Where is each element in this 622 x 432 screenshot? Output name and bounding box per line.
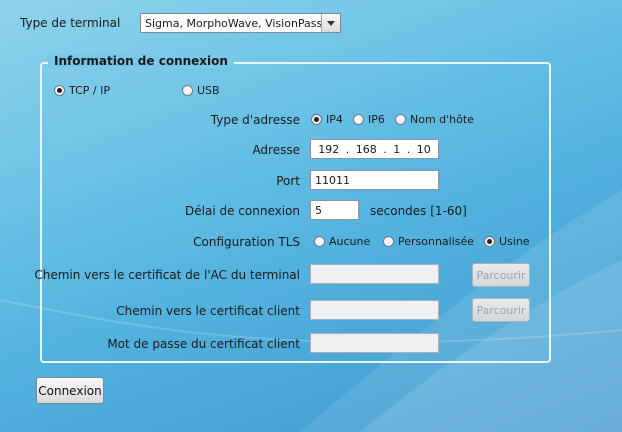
client-cert-input[interactable] bbox=[310, 300, 439, 320]
client-password-input[interactable] bbox=[310, 333, 439, 353]
radio-dot-icon bbox=[395, 114, 406, 125]
radio-dot-icon bbox=[54, 85, 65, 96]
port-value: 11011 bbox=[315, 173, 350, 187]
radio-tls-custom-label: Personnalisée bbox=[398, 235, 475, 248]
radio-hostname[interactable]: Nom d'hôte bbox=[395, 113, 474, 126]
radio-ip6-label: IP6 bbox=[368, 113, 385, 126]
port-label: Port bbox=[276, 174, 300, 188]
client-password-label: Mot de passe du certificat client bbox=[107, 337, 300, 351]
terminal-type-label: Type de terminal bbox=[20, 16, 121, 30]
radio-tls-none[interactable]: Aucune bbox=[314, 235, 370, 248]
radio-tcpip-label: TCP / IP bbox=[69, 84, 110, 97]
radio-usb-label: USB bbox=[197, 84, 220, 97]
address-label: Adresse bbox=[252, 143, 300, 157]
radio-ip4[interactable]: IP4 bbox=[311, 113, 343, 126]
connection-group-title: Information de connexion bbox=[48, 54, 234, 68]
radio-tls-factory-label: Usine bbox=[499, 235, 530, 248]
ca-cert-input[interactable] bbox=[310, 264, 439, 284]
radio-tls-none-label: Aucune bbox=[329, 235, 371, 248]
radio-ip6[interactable]: IP6 bbox=[353, 113, 385, 126]
radio-dot-icon bbox=[311, 114, 322, 125]
tls-label: Configuration TLS bbox=[193, 235, 300, 249]
client-cert-label: Chemin vers le certificat client bbox=[116, 304, 300, 318]
dropdown-button[interactable] bbox=[321, 14, 340, 32]
timeout-input[interactable]: 5 bbox=[310, 200, 359, 220]
timeout-suffix: secondes [1-60] bbox=[370, 204, 467, 218]
radio-ip4-label: IP4 bbox=[326, 113, 343, 126]
port-input[interactable]: 11011 bbox=[310, 170, 439, 190]
ca-cert-browse-button[interactable]: Parcourir bbox=[472, 263, 530, 287]
radio-tls-custom[interactable]: Personnalisée bbox=[383, 235, 474, 248]
ca-cert-label: Chemin vers le certificat de l'AC du ter… bbox=[34, 268, 300, 282]
chevron-down-icon bbox=[327, 20, 335, 26]
radio-dot-icon bbox=[383, 236, 394, 247]
ip-octet-2[interactable]: 168 bbox=[356, 143, 377, 156]
terminal-type-select[interactable]: Sigma, MorphoWave, VisionPass bbox=[140, 13, 341, 33]
ip-octet-1[interactable]: 192 bbox=[318, 143, 339, 156]
ip-octet-4[interactable]: 10 bbox=[417, 143, 431, 156]
connect-button[interactable]: Connexion bbox=[36, 377, 104, 404]
radio-dot-icon bbox=[314, 236, 325, 247]
timeout-value: 5 bbox=[315, 203, 322, 217]
radio-tcpip[interactable]: TCP / IP bbox=[54, 84, 110, 97]
radio-dot-icon bbox=[484, 236, 495, 247]
radio-tls-factory[interactable]: Usine bbox=[484, 235, 530, 248]
radio-hostname-label: Nom d'hôte bbox=[410, 113, 474, 126]
radio-usb[interactable]: USB bbox=[182, 84, 220, 97]
ip-address-input[interactable]: 192. 168. 1. 10 bbox=[310, 139, 439, 159]
address-type-label: Type d'adresse bbox=[210, 113, 300, 127]
client-cert-browse-button[interactable]: Parcourir bbox=[472, 298, 530, 322]
radio-dot-icon bbox=[182, 85, 193, 96]
terminal-type-value: Sigma, MorphoWave, VisionPass bbox=[145, 16, 321, 30]
timeout-label: Délai de connexion bbox=[185, 204, 300, 218]
radio-dot-icon bbox=[353, 114, 364, 125]
ip-octet-3[interactable]: 1 bbox=[393, 143, 400, 156]
